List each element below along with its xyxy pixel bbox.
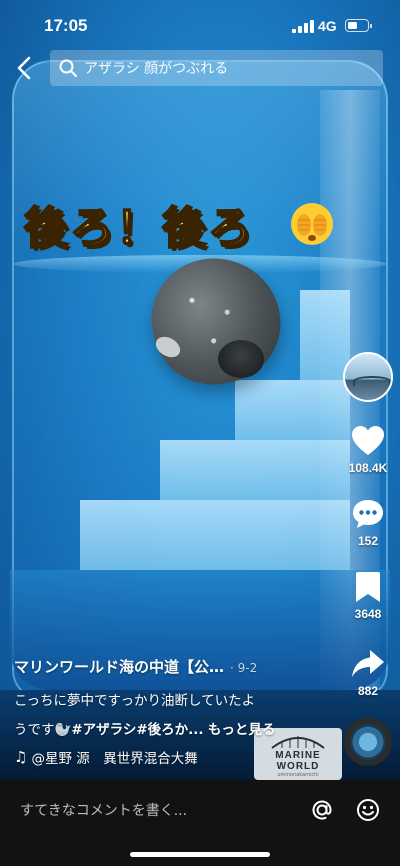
hashtags[interactable]: #アザラシ#後ろか... — [71, 722, 203, 738]
video-caption: 後ろ！後ろ — [23, 202, 254, 255]
author-name[interactable]: マリンワールド海の中道【公… — [14, 656, 224, 677]
like-button[interactable]: 108.4K — [340, 424, 396, 475]
network-type: 4G — [318, 18, 337, 34]
description-line: こっちに夢中ですっかり油断していたよ — [14, 693, 256, 709]
tank-step — [235, 380, 350, 440]
seal-face — [218, 340, 264, 378]
comment-icon — [353, 500, 383, 528]
share-count: 882 — [357, 684, 379, 698]
creator-avatar[interactable] — [343, 352, 393, 402]
like-count: 108.4K — [348, 461, 388, 475]
status-time: 17:05 — [44, 16, 88, 35]
home-indicator — [130, 852, 270, 857]
back-arrow-icon — [17, 56, 31, 80]
description-line: うです🦭#アザラシ#後ろか... もっと見る — [14, 716, 334, 745]
seal-emoji-icon: 🦭 — [54, 722, 72, 738]
tank-step — [160, 440, 350, 500]
back-button[interactable] — [12, 54, 38, 82]
at-icon[interactable] — [308, 796, 336, 824]
logo-subtitle: uminonakamichi — [277, 772, 319, 778]
share-icon — [352, 650, 384, 677]
smile-icon[interactable] — [354, 796, 382, 824]
signal-icon — [292, 20, 314, 33]
action-rail: 108.4K 152 3648 882 — [340, 352, 396, 698]
search-query: アザラシ 顔がつぶれる — [84, 61, 229, 77]
status-bar: 17:05 4G — [0, 0, 400, 50]
save-button[interactable]: 3648 — [340, 570, 396, 621]
post-description[interactable]: こっちに夢中ですっかり油断していたよ うです🦭#アザラシ#後ろか... もっと見… — [14, 687, 334, 745]
comment-input[interactable]: すてきなコメントを書く... — [20, 800, 187, 820]
music-disc[interactable] — [344, 718, 392, 766]
music-note-icon: ♫ — [14, 748, 28, 766]
music-title: @星野 源 異世界混合大舞 — [31, 751, 198, 767]
save-count: 3648 — [354, 607, 382, 621]
post-date: · 9-2 — [230, 661, 258, 675]
heart-icon — [352, 426, 384, 455]
peeking-face-emoji-icon — [291, 203, 333, 245]
battery-icon — [345, 19, 372, 32]
see-more-link[interactable]: もっと見る — [208, 722, 276, 738]
tank-step — [80, 500, 350, 570]
share-button[interactable]: 882 — [340, 647, 396, 698]
comment-count: 152 — [357, 534, 379, 548]
bookmark-icon — [356, 572, 380, 602]
description-prefix: うです — [14, 722, 55, 738]
comment-button[interactable]: 152 — [340, 497, 396, 548]
search-bar[interactable]: アザラシ 顔がつぶれる — [50, 50, 383, 86]
search-icon — [59, 59, 78, 78]
music-info[interactable]: ♫ @星野 源 異世界混合大舞 — [14, 747, 334, 767]
post-info: マリンワールド海の中道【公… · 9-2 こっちに夢中ですっかり油断していたよ … — [14, 656, 334, 767]
